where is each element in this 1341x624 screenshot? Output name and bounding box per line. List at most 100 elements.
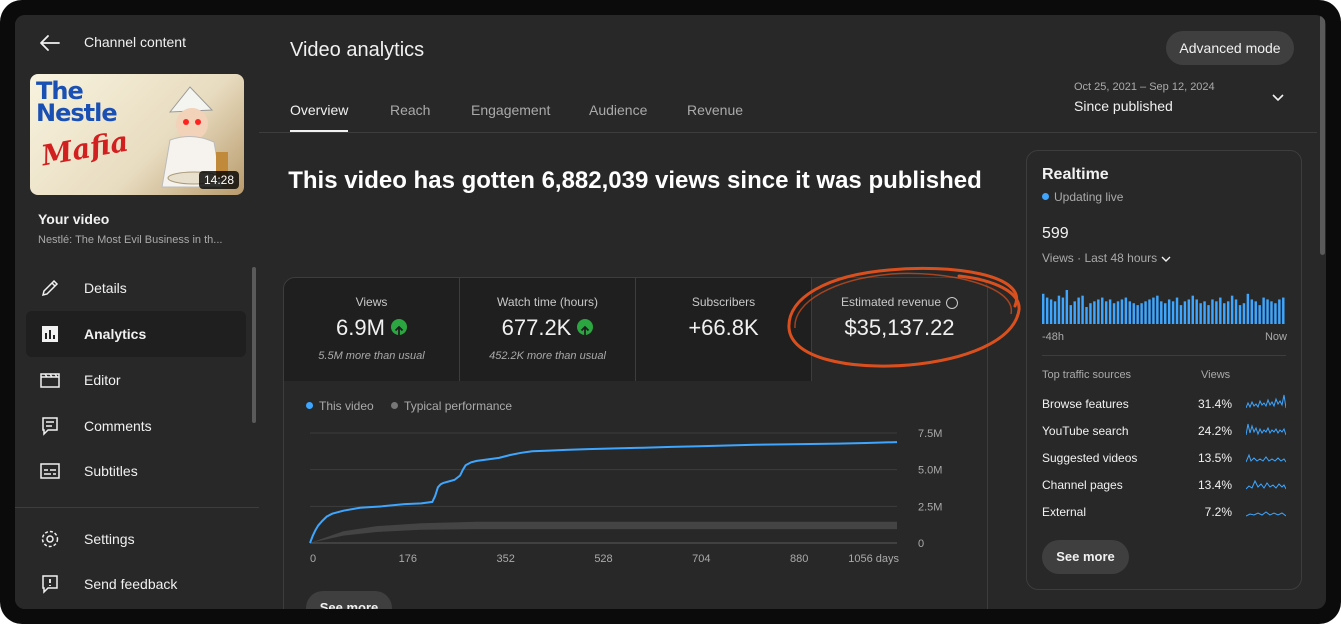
realtime-bar[interactable] (1097, 299, 1100, 324)
realtime-bar[interactable] (1053, 301, 1057, 324)
realtime-bar[interactable] (1199, 303, 1202, 324)
realtime-bar[interactable] (1089, 303, 1092, 324)
app-screen: Channel content The Nestle Mafia 14:28 Yo… (15, 15, 1326, 609)
realtime-bar[interactable] (1258, 305, 1261, 324)
realtime-bar[interactable] (1065, 290, 1069, 324)
traffic-source-name: YouTube search (1042, 424, 1129, 438)
realtime-bar[interactable] (1077, 297, 1080, 324)
realtime-bar[interactable] (1128, 301, 1132, 324)
tab-revenue[interactable]: Revenue (687, 102, 743, 118)
realtime-bar[interactable] (1266, 299, 1269, 324)
metric-estimated-revenue[interactable]: Estimated revenue $35,137.22 (812, 278, 987, 381)
realtime-bar[interactable] (1160, 301, 1163, 324)
sidebar-item-subtitles[interactable]: Subtitles (26, 448, 246, 494)
realtime-bar[interactable] (1234, 299, 1238, 324)
realtime-bar[interactable] (1246, 293, 1250, 324)
traffic-sparkline (1246, 394, 1286, 409)
advanced-mode-button[interactable]: Advanced mode (1166, 31, 1294, 65)
realtime-bar[interactable] (1140, 303, 1143, 324)
realtime-bar[interactable] (1215, 301, 1218, 324)
realtime-bar[interactable] (1116, 301, 1120, 324)
realtime-bar[interactable] (1203, 301, 1206, 324)
realtime-bar[interactable] (1238, 305, 1242, 324)
realtime-bar[interactable] (1179, 305, 1183, 324)
thumbnail-text-mafia: Mafia (38, 124, 131, 173)
realtime-bar[interactable] (1061, 297, 1065, 324)
realtime-see-more-button[interactable]: See more (1042, 540, 1129, 574)
realtime-status: Updating live (1042, 190, 1123, 204)
realtime-bar[interactable] (1270, 301, 1273, 324)
realtime-bar[interactable] (1057, 295, 1061, 324)
realtime-bar[interactable] (1112, 303, 1116, 324)
metric-value: 6.9M (284, 315, 459, 341)
realtime-bar[interactable] (1093, 301, 1096, 324)
realtime-bar[interactable] (1211, 299, 1214, 324)
chart-legend: This video Typical performance (306, 399, 512, 413)
realtime-bar[interactable] (1156, 295, 1159, 324)
tab-overview[interactable]: Overview (290, 102, 348, 118)
traffic-source-pct: 31.4% (1197, 397, 1232, 411)
realtime-bar[interactable] (1124, 297, 1128, 324)
x-tick-label: 1056 days (848, 553, 899, 565)
sidebar-item-label: Analytics (84, 326, 147, 342)
realtime-bar[interactable] (1207, 305, 1210, 324)
video-thumbnail[interactable]: The Nestle Mafia 14:28 (30, 74, 244, 195)
realtime-bar[interactable] (1136, 305, 1139, 324)
y-tick-label: 5.0M (918, 465, 942, 477)
realtime-bar[interactable] (1278, 299, 1281, 324)
realtime-bar[interactable] (1081, 295, 1084, 324)
realtime-bar[interactable] (1144, 301, 1147, 324)
main-scrollbar[interactable] (1320, 15, 1325, 255)
realtime-bar[interactable] (1187, 299, 1191, 324)
realtime-bar[interactable] (1282, 297, 1285, 324)
subtitles-icon (40, 463, 60, 479)
realtime-bar[interactable] (1175, 297, 1179, 324)
realtime-bar[interactable] (1132, 303, 1135, 324)
see-more-button[interactable]: See more (306, 591, 392, 609)
realtime-bar[interactable] (1262, 297, 1265, 324)
realtime-bar[interactable] (1230, 295, 1234, 324)
sidebar-item-details[interactable]: Details (26, 265, 246, 311)
sidebar-item-comments[interactable]: Comments (26, 403, 246, 449)
realtime-bar[interactable] (1254, 301, 1257, 324)
realtime-bar[interactable] (1171, 301, 1175, 324)
realtime-bar[interactable] (1226, 301, 1230, 324)
realtime-bar[interactable] (1120, 299, 1124, 324)
realtime-bar[interactable] (1042, 293, 1045, 324)
realtime-bar[interactable] (1085, 307, 1088, 324)
realtime-bar[interactable] (1274, 303, 1277, 324)
sidebar-scrollbar[interactable] (252, 267, 256, 423)
sidebar-item-send-feedback[interactable]: Send feedback (26, 561, 246, 607)
tab-audience[interactable]: Audience (589, 102, 647, 118)
realtime-bar[interactable] (1148, 299, 1151, 324)
traffic-sources-views-header: Views (1201, 369, 1231, 381)
realtime-bar[interactable] (1045, 297, 1049, 324)
realtime-bar[interactable] (1242, 303, 1246, 324)
metric-watch-time[interactable]: Watch time (hours) 677.2K 452.2K more th… (460, 278, 636, 381)
page-title: Video analytics (290, 39, 425, 61)
realtime-bar[interactable] (1183, 301, 1187, 324)
tab-reach[interactable]: Reach (390, 102, 430, 118)
metric-views[interactable]: Views 6.9M 5.5M more than usual (284, 278, 460, 381)
realtime-bar[interactable] (1073, 301, 1076, 324)
realtime-bar[interactable] (1069, 305, 1072, 324)
realtime-bar[interactable] (1108, 299, 1112, 324)
realtime-bar[interactable] (1250, 299, 1254, 324)
realtime-bar[interactable] (1191, 295, 1194, 324)
realtime-bar[interactable] (1195, 299, 1198, 324)
realtime-bar[interactable] (1101, 297, 1104, 324)
back-arrow-icon[interactable] (39, 34, 61, 52)
tab-engagement[interactable]: Engagement (471, 102, 550, 118)
realtime-bar[interactable] (1167, 299, 1171, 324)
realtime-bar[interactable] (1223, 303, 1226, 324)
realtime-bar[interactable] (1049, 299, 1053, 324)
realtime-range-selector[interactable]: Views · Last 48 hours (1042, 251, 1171, 265)
realtime-bar[interactable] (1104, 301, 1108, 324)
sidebar-item-settings[interactable]: Settings (26, 516, 246, 562)
realtime-bar[interactable] (1152, 297, 1155, 324)
sidebar-item-editor[interactable]: Editor (26, 357, 246, 403)
realtime-bar[interactable] (1164, 303, 1167, 324)
metric-subscribers[interactable]: Subscribers +66.8K (636, 278, 812, 381)
sidebar-item-analytics[interactable]: Analytics (26, 311, 246, 357)
realtime-bar[interactable] (1219, 297, 1222, 324)
